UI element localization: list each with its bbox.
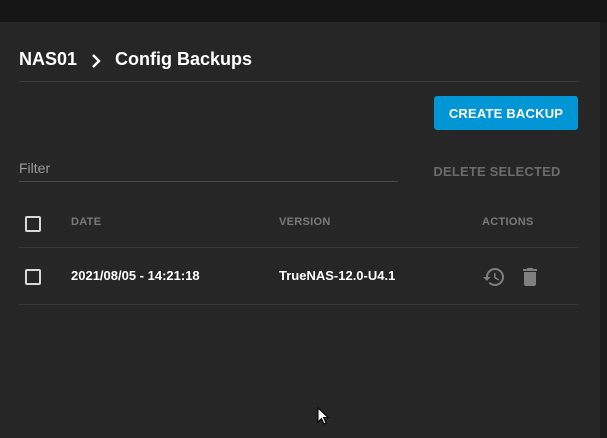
chevron-right-icon	[91, 52, 101, 68]
row-version: TrueNAS-12.0-U4.1	[279, 268, 396, 283]
breadcrumb: NAS01 Config Backups	[19, 47, 252, 71]
row-date: 2021/08/05 - 14:21:18	[71, 268, 200, 283]
breadcrumb-root[interactable]: NAS01	[19, 49, 77, 70]
panel-edge	[600, 22, 607, 438]
delete-selected-button[interactable]: DELETE SELECTED	[420, 160, 574, 182]
column-header-date[interactable]: DATE	[71, 216, 101, 228]
top-bar	[0, 0, 607, 22]
delete-icon[interactable]	[518, 265, 542, 289]
column-header-actions: ACTIONS	[482, 216, 534, 228]
header-row-divider	[19, 247, 578, 248]
column-header-version[interactable]: VERSION	[279, 216, 331, 228]
row-checkbox[interactable]	[25, 269, 41, 285]
filter-underline	[19, 181, 398, 182]
create-backup-button[interactable]: CREATE BACKUP	[434, 96, 578, 130]
filter-input[interactable]: Filter	[19, 160, 50, 176]
row-divider	[19, 304, 578, 305]
mouse-cursor-icon	[317, 406, 331, 427]
header-divider	[19, 81, 578, 82]
breadcrumb-current: Config Backups	[115, 48, 253, 69]
config-backups-panel	[0, 22, 600, 438]
restore-icon[interactable]	[482, 265, 506, 289]
select-all-checkbox[interactable]	[25, 216, 41, 232]
